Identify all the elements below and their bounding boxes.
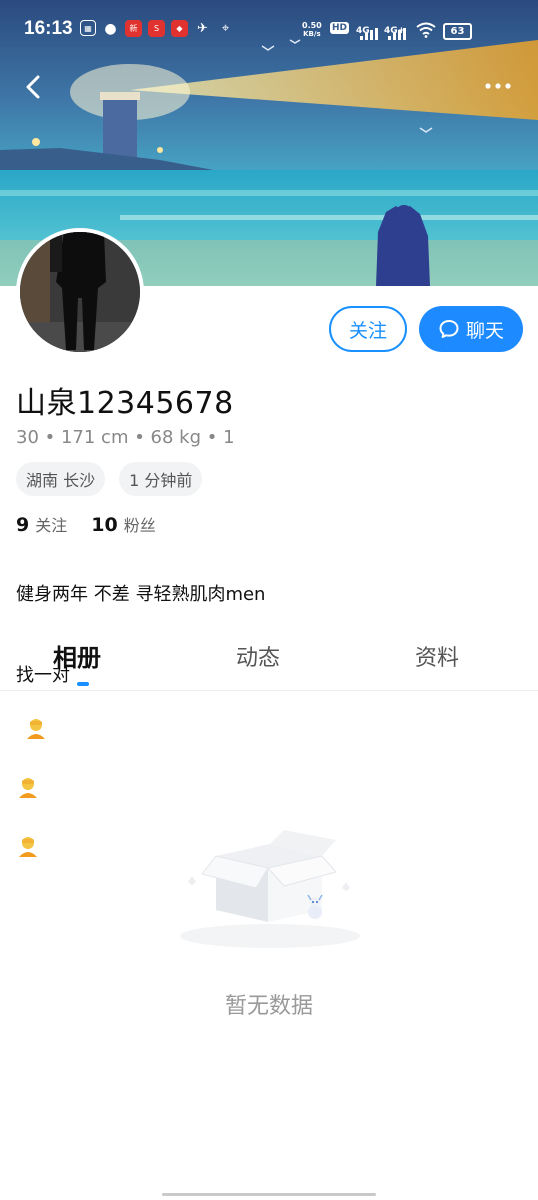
empty-state-text: 暂无数据: [224, 994, 313, 1019]
tab-moments[interactable]: 动态: [236, 640, 280, 672]
net-speed-value: 0.50: [302, 21, 322, 30]
map-app-icon: S: [148, 20, 165, 37]
news-app-icon: 新: [125, 20, 142, 37]
person-emoji-icon: [16, 748, 40, 807]
network-speed: 0.50 KB/s: [302, 21, 322, 39]
tabs-divider: [0, 690, 538, 691]
profile-stats: 30 • 171 cm • 68 kg • 1: [16, 427, 235, 448]
person-emoji-icon: [16, 807, 40, 866]
empty-box-illustration: [172, 826, 368, 950]
back-button[interactable]: [18, 70, 52, 104]
chat-button[interactable]: 聊天: [419, 306, 523, 352]
more-dots-icon: [485, 83, 511, 89]
message-bubble-icon: ●: [104, 20, 117, 37]
signal-icon-2: 4G+: [384, 18, 406, 40]
avatar[interactable]: [16, 228, 144, 356]
chat-button-label: 聊天: [465, 319, 504, 342]
chevron-left-icon: [26, 75, 40, 99]
location-icon: ⌖: [221, 21, 230, 36]
active-tab-indicator: [77, 682, 89, 686]
airplane-icon: ✈: [197, 21, 208, 36]
status-bar: 16:13 ▦ ● 新 S ◆ ✈ ⌖ 0.50 KB/s HD 4G 4G+ …: [0, 0, 538, 58]
person-emoji-icon: [24, 689, 48, 748]
username: 山泉12345678: [16, 386, 234, 421]
home-indicator[interactable]: [162, 1193, 376, 1196]
bio-line-1: 健身两年 不差 寻轻熟肌肉men: [16, 584, 266, 605]
status-app-icons: ▦ ● 新 S ◆ ✈ ⌖: [80, 20, 234, 37]
hd-badge: HD: [330, 22, 350, 34]
followers-label: 粉丝: [123, 516, 156, 535]
location-tag: 湖南 长沙: [16, 462, 106, 496]
last-active-tag: 1 分钟前: [119, 462, 203, 496]
follow-counts: 9 关注 10 粉丝: [16, 512, 156, 536]
following-count-item[interactable]: 9 关注: [16, 512, 67, 536]
followers-count-item[interactable]: 10 粉丝: [91, 512, 155, 536]
following-label: 关注: [35, 516, 68, 535]
signal-icon-1: 4G: [356, 18, 378, 40]
follow-button-label: 关注: [348, 319, 387, 342]
app-notification-icon: ▦: [80, 20, 96, 36]
wifi-icon: [416, 22, 436, 38]
follow-button[interactable]: 关注: [329, 306, 407, 352]
more-options-button[interactable]: [478, 72, 518, 100]
shopping-app-icon: ◆: [171, 20, 188, 37]
tab-album[interactable]: 相册: [53, 638, 101, 673]
status-time: 16:13: [24, 18, 73, 39]
net-speed-unit: KB/s: [303, 30, 321, 38]
battery-indicator: 63: [443, 23, 472, 40]
tab-info[interactable]: 资料: [415, 640, 459, 672]
followers-count: 10: [91, 514, 118, 536]
chat-bubble-icon: [439, 320, 459, 338]
profile-tags: 湖南 长沙 1 分钟前: [16, 462, 203, 496]
following-count: 9: [16, 514, 30, 536]
status-indicators: 0.50 KB/s HD 4G 4G+ 63: [302, 18, 522, 42]
